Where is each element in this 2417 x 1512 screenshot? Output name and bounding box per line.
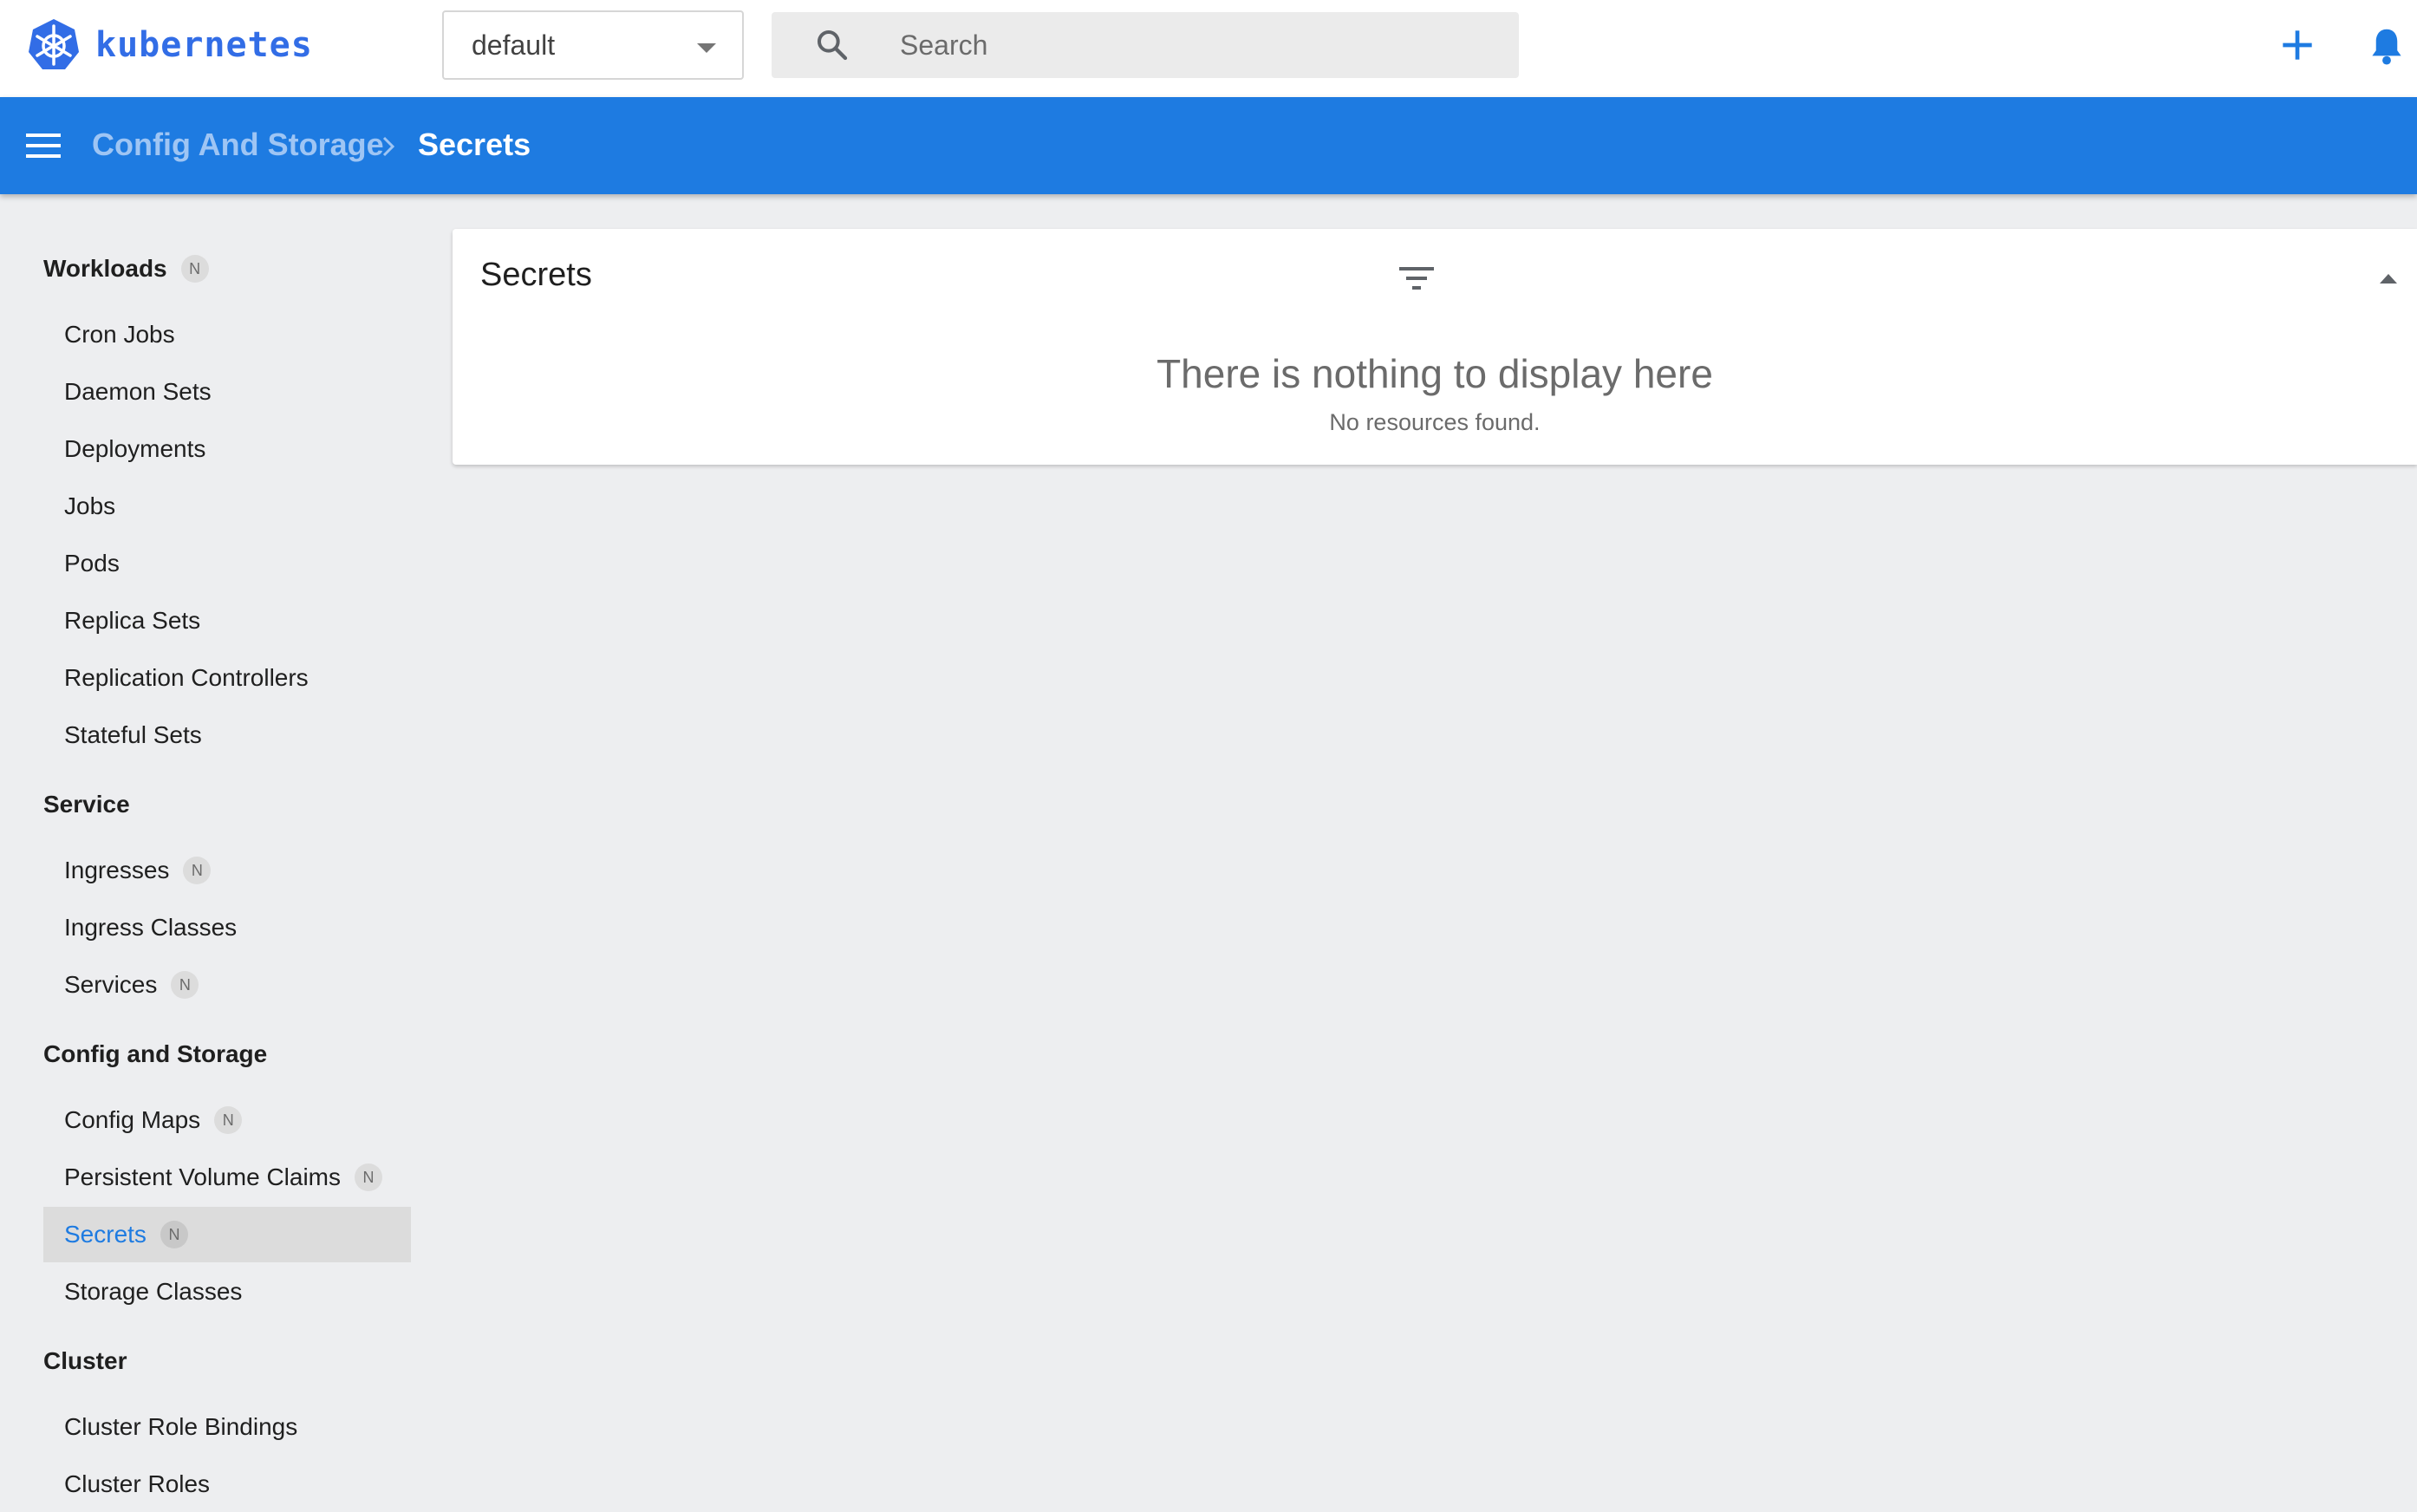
namespaced-badge: N <box>171 971 199 999</box>
sidebar-item-label: Storage Classes <box>64 1278 243 1305</box>
sidebar-item-label: Persistent Volume Claims <box>64 1163 342 1190</box>
sidebar-item-label: Daemon Sets <box>64 378 212 405</box>
sidebar-group-config-and-storage[interactable]: Config and Storage <box>43 1040 267 1068</box>
sidebar-item-jobs[interactable]: Jobs <box>43 479 411 534</box>
sidebar-item-label: Services <box>64 971 158 998</box>
breadcrumb-parent[interactable]: Config And Storage <box>92 127 384 163</box>
namespaced-badge: N <box>183 857 212 884</box>
kubernetes-logo[interactable]: kubernetes <box>26 17 313 73</box>
empty-state-title: There is nothing to display here <box>1156 351 1713 396</box>
kubernetes-helm-icon <box>29 19 79 69</box>
sidebar-item-daemon-sets[interactable]: Daemon Sets <box>43 364 411 420</box>
dropdown-caret-icon <box>697 43 716 53</box>
sidebar-item-label: Ingress Classes <box>64 914 238 941</box>
sidebar-group-label: Config and Storage <box>43 1040 268 1067</box>
sidebar-item-label: Cluster Roles <box>64 1470 211 1497</box>
sidebar-item-label: Pods <box>64 550 120 577</box>
chevron-right-icon <box>382 136 395 157</box>
sidebar-item-label: Secrets <box>64 1221 147 1248</box>
collapse-arrow-icon[interactable] <box>2379 272 2398 284</box>
sidebar-item-storage-classes[interactable]: Storage Classes <box>43 1264 411 1320</box>
search-box[interactable] <box>772 12 1519 78</box>
sidebar-item-services[interactable]: Services N <box>43 957 411 1013</box>
namespace-value: default <box>472 29 556 61</box>
sidebar-item-label: Replica Sets <box>64 607 201 634</box>
sidebar-item-label: Replication Controllers <box>64 664 309 691</box>
namespaced-badge: N <box>160 1221 188 1248</box>
sidebar-group-label: Service <box>43 791 130 818</box>
sidebar-item-config-maps[interactable]: Config Maps N <box>43 1092 411 1148</box>
namespace-select[interactable]: default <box>442 10 744 80</box>
sidebar-item-ingress-classes[interactable]: Ingress Classes <box>43 900 411 955</box>
page-header: Config And Storage Secrets <box>0 97 2417 194</box>
sidebar-item-replica-sets[interactable]: Replica Sets <box>43 593 411 648</box>
search-input[interactable] <box>900 12 1489 78</box>
hamburger-menu-icon[interactable] <box>26 132 61 160</box>
sidebar-item-secrets[interactable]: Secrets N <box>43 1207 411 1262</box>
empty-state-subtitle: No resources found. <box>1329 409 1541 435</box>
sidebar-item-label: Config Maps <box>64 1106 201 1133</box>
sidebar-item-replication-controllers[interactable]: Replication Controllers <box>43 650 411 706</box>
sidebar-item-label: Cron Jobs <box>64 321 175 348</box>
namespaced-badge: N <box>355 1163 383 1191</box>
bell-icon[interactable] <box>2368 26 2405 66</box>
sidebar-item-label: Jobs <box>64 492 116 519</box>
sidebar-group-service[interactable]: Service <box>43 791 130 818</box>
namespaced-badge: N <box>180 255 209 283</box>
filter-icon[interactable] <box>1397 265 1436 291</box>
sidebar-item-cluster-roles[interactable]: Cluster Roles <box>43 1457 411 1512</box>
sidebar: Workloads N Cron Jobs Daemon Sets Deploy… <box>0 194 433 1497</box>
sidebar-item-pods[interactable]: Pods <box>43 536 411 591</box>
sidebar-item-ingresses[interactable]: Ingresses N <box>43 843 411 898</box>
namespaced-badge: N <box>214 1106 243 1134</box>
sidebar-item-label: Deployments <box>64 435 206 462</box>
breadcrumb-current: Secrets <box>418 127 531 162</box>
top-bar: kubernetes default <box>0 0 2417 97</box>
card-title: Secrets <box>480 257 592 293</box>
sidebar-item-stateful-sets[interactable]: Stateful Sets <box>43 707 411 763</box>
sidebar-group-workloads[interactable]: Workloads N <box>43 255 209 283</box>
plus-icon[interactable] <box>2280 28 2315 62</box>
logo-text: kubernetes <box>95 25 313 65</box>
sidebar-item-deployments[interactable]: Deployments <box>43 421 411 477</box>
sidebar-item-persistent-volume-claims[interactable]: Persistent Volume Claims N <box>43 1150 411 1205</box>
sidebar-item-label: Cluster Role Bindings <box>64 1413 298 1440</box>
sidebar-group-cluster[interactable]: Cluster <box>43 1347 127 1375</box>
secrets-card: Secrets There is nothing to display here… <box>453 229 2417 465</box>
sidebar-item-label: Stateful Sets <box>64 721 202 748</box>
sidebar-group-label: Workloads <box>43 255 167 282</box>
sidebar-item-cron-jobs[interactable]: Cron Jobs <box>43 307 411 362</box>
sidebar-group-label: Cluster <box>43 1347 127 1374</box>
sidebar-item-label: Ingresses <box>64 857 170 883</box>
sidebar-item-cluster-role-bindings[interactable]: Cluster Role Bindings <box>43 1399 411 1455</box>
search-icon <box>818 30 848 61</box>
